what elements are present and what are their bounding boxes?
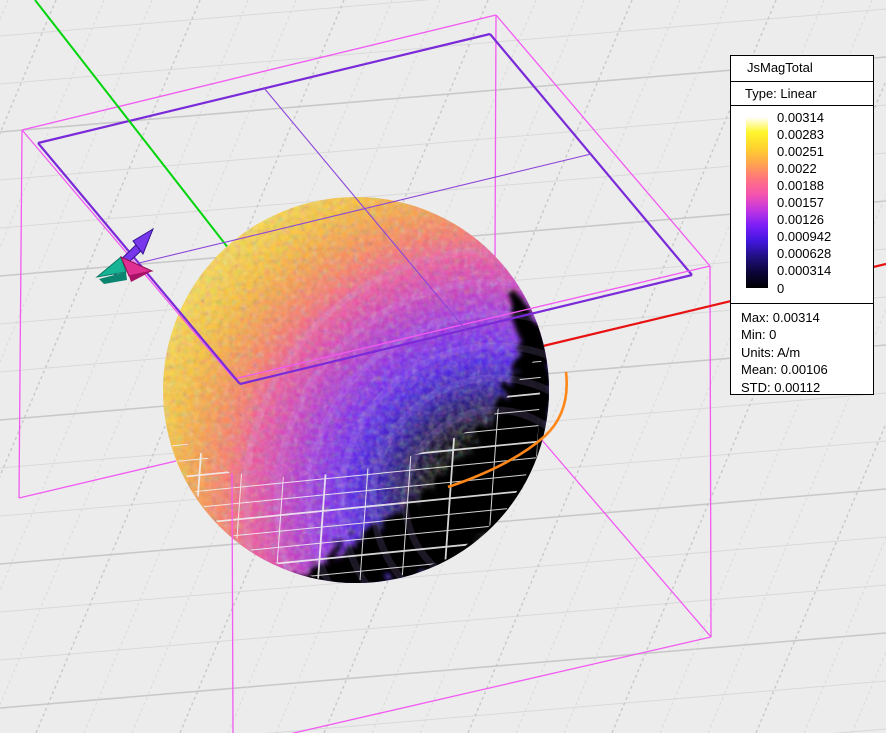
legend-color-scale: 0.00314 0.00283 0.00251 0.0022 0.00188 0.0015… (731, 105, 873, 303)
legend-title: JsMagTotal (731, 56, 873, 81)
stat-line: Mean: 0.00106 (741, 361, 873, 378)
field-legend-panel[interactable]: JsMagTotal Type: Linear 0.003140.002830.… (730, 55, 874, 395)
scale-label: 0.00157 (777, 195, 824, 210)
legend-scale-type: Type: Linear (731, 81, 873, 105)
legend-statistics: Max: 0.00314Min: 0Units: A/mMean: 0.0010… (731, 303, 873, 394)
scale-label: 0.0022 (777, 161, 817, 176)
stat-line: Max: 0.00314 (741, 309, 873, 326)
field-plot-sphere (150, 185, 745, 733)
stat-line: STD: 0.00112 (741, 379, 873, 396)
scale-label: 0.00188 (777, 178, 824, 193)
scale-label: 0.00283 (777, 127, 824, 142)
scale-label: 0.00251 (777, 144, 824, 159)
scale-label: 0.00314 (777, 110, 824, 125)
scale-label: 0.000628 (777, 246, 831, 261)
color-scale-bar (746, 117, 768, 288)
scale-label: 0 (777, 281, 784, 296)
scale-label: 0.00126 (777, 212, 824, 227)
cs-triad (97, 229, 153, 284)
hfss-modeler-window: JsMagTotal Type: Linear 0.003140.002830.… (0, 0, 886, 733)
scale-label: 0.000314 (777, 263, 831, 278)
stat-line: Units: A/m (741, 344, 873, 361)
y-axis-line (35, 0, 229, 249)
scale-label: 0.000942 (777, 229, 831, 244)
stat-line: Min: 0 (741, 326, 873, 343)
